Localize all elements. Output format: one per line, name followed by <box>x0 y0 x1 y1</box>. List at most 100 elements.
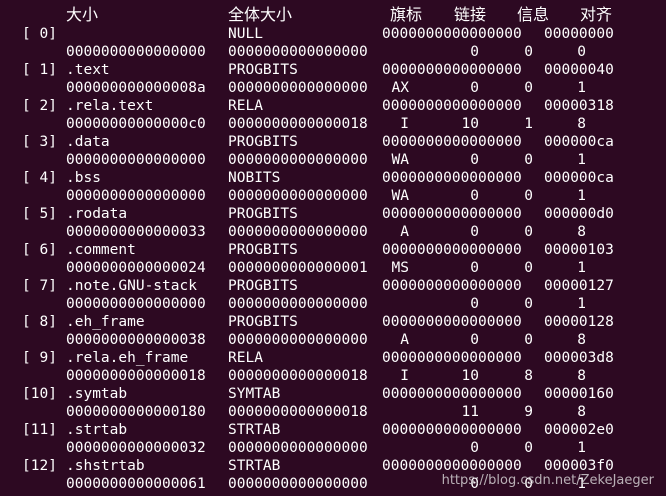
section-number: [12] <box>22 458 57 474</box>
section-address: 0000000000000000 <box>382 26 522 42</box>
terminal-window[interactable]: 大小 全体大小 旗标 链接 信息 对齐 [ 0] NULL 000000000000… <box>0 0 666 496</box>
header-link: 链接 <box>454 5 487 24</box>
section-entsize: 0000000000000000 <box>228 476 368 492</box>
section-entsize: 0000000000000001 <box>228 260 368 276</box>
section-info: 9 <box>524 404 533 420</box>
section-link: 10 <box>461 116 479 132</box>
section-address: 0000000000000000 <box>382 206 522 222</box>
section-type: PROGBITS <box>228 242 298 258</box>
section-number: [ 1] <box>22 62 57 78</box>
section-number: [11] <box>22 422 57 438</box>
section-align: 8 <box>577 332 586 348</box>
section-address: 0000000000000000 <box>382 98 522 114</box>
section-flags: WA <box>391 152 409 168</box>
section-row-main: [11] .strtab STRTAB 0000000000000000 000002e… <box>0 421 666 439</box>
section-row-main: [ 7] .note.GNU-stack PROGBITS 0000000000000… <box>0 277 666 295</box>
section-link: 11 <box>461 404 479 420</box>
header-flags: 旗标 <box>390 5 423 24</box>
section-info: 0 <box>524 188 533 204</box>
section-row-detail: 0000000000000024 0000000000000001 MS 0 0 1 <box>0 259 666 277</box>
section-row-detail: 0000000000000032 0000000000000000 0 0 1 <box>0 439 666 457</box>
section-name: .note.GNU-stack <box>66 278 197 294</box>
section-align: 8 <box>577 404 586 420</box>
section-row-detail: 0000000000000000 0000000000000000 0 0 1 <box>0 295 666 313</box>
section-type: PROGBITS <box>228 314 298 330</box>
section-flags: A <box>400 332 409 348</box>
section-info: 0 <box>524 80 533 96</box>
section-number: [ 5] <box>22 206 57 222</box>
section-address: 0000000000000000 <box>382 314 522 330</box>
section-size: 0000000000000038 <box>66 332 206 348</box>
section-info: 0 <box>524 224 533 240</box>
section-size: 0000000000000033 <box>66 224 206 240</box>
section-link: 0 <box>470 80 479 96</box>
section-size: 0000000000000000 <box>66 188 206 204</box>
section-row-detail: 0000000000000180 0000000000000018 11 9 8 <box>0 403 666 421</box>
section-row-main: [ 5] .rodata PROGBITS 0000000000000000 00000… <box>0 205 666 223</box>
section-align: 1 <box>577 296 586 312</box>
section-link: 0 <box>470 44 479 60</box>
section-row-detail: 000000000000008a 0000000000000000 AX 0 0 1 <box>0 79 666 97</box>
section-offset: 00000040 <box>544 62 614 78</box>
section-info: 0 <box>524 44 533 60</box>
section-size: 0000000000000024 <box>66 260 206 276</box>
section-row-main: [ 3] .data PROGBITS 0000000000000000 000000c… <box>0 133 666 151</box>
section-type: NOBITS <box>228 170 281 186</box>
section-link: 0 <box>470 440 479 456</box>
section-type: SYMTAB <box>228 386 281 402</box>
section-entsize: 0000000000000000 <box>228 44 368 60</box>
section-flags: I <box>400 368 409 384</box>
section-offset: 00000318 <box>544 98 614 114</box>
section-align: 1 <box>577 152 586 168</box>
section-row-main: [ 1] .text PROGBITS 0000000000000000 0000004… <box>0 61 666 79</box>
section-address: 0000000000000000 <box>382 350 522 366</box>
section-type: PROGBITS <box>228 134 298 150</box>
section-number: [ 3] <box>22 134 57 150</box>
section-size: 0000000000000000 <box>66 44 206 60</box>
section-number: [ 0] <box>22 26 57 42</box>
section-link: 0 <box>470 332 479 348</box>
watermark: https://blog.csdn.net/ZekeJaeger <box>441 473 654 488</box>
section-row-main: [ 9] .rela.eh_frame RELA 0000000000000000 00… <box>0 349 666 367</box>
section-type: PROGBITS <box>228 62 298 78</box>
section-number: [ 2] <box>22 98 57 114</box>
section-link: 0 <box>470 224 479 240</box>
section-number: [ 8] <box>22 314 57 330</box>
section-row-detail: 0000000000000033 0000000000000000 A 0 0 8 <box>0 223 666 241</box>
section-number: [ 9] <box>22 350 57 366</box>
section-entsize: 0000000000000000 <box>228 224 368 240</box>
section-type: RELA <box>228 98 263 114</box>
section-address: 0000000000000000 <box>382 62 522 78</box>
section-align: 1 <box>577 80 586 96</box>
section-size: 0000000000000032 <box>66 440 206 456</box>
section-number: [ 4] <box>22 170 57 186</box>
section-row-main: [ 8] .eh_frame PROGBITS 0000000000000000 000… <box>0 313 666 331</box>
section-offset: 00000103 <box>544 242 614 258</box>
section-row-main: [10] .symtab SYMTAB 0000000000000000 0000016… <box>0 385 666 403</box>
section-offset: 000000d0 <box>544 206 614 222</box>
section-row-detail: 0000000000000000 0000000000000000 WA 0 0 1 <box>0 151 666 169</box>
section-row-detail: 0000000000000000 0000000000000000 WA 0 0 1 <box>0 187 666 205</box>
section-name: .data <box>66 134 110 150</box>
section-name: .comment <box>66 242 136 258</box>
section-align: 1 <box>577 260 586 276</box>
section-name: .symtab <box>66 386 128 402</box>
section-row-main: [ 4] .bss NOBITS 0000000000000000 000000ca <box>0 169 666 187</box>
section-entsize: 0000000000000018 <box>228 116 368 132</box>
section-type: STRTAB <box>228 422 281 438</box>
section-entsize: 0000000000000000 <box>228 188 368 204</box>
section-type: NULL <box>228 26 263 42</box>
section-info: 8 <box>524 368 533 384</box>
section-entsize: 0000000000000000 <box>228 80 368 96</box>
section-info: 1 <box>524 116 533 132</box>
section-size: 0000000000000000 <box>66 152 206 168</box>
section-type: STRTAB <box>228 458 281 474</box>
section-entsize: 0000000000000000 <box>228 440 368 456</box>
section-entsize: 0000000000000000 <box>228 152 368 168</box>
section-offset: 000002e0 <box>544 422 614 438</box>
section-size: 00000000000000c0 <box>66 116 206 132</box>
section-row-main: [ 0] NULL 0000000000000000 00000000 <box>0 25 666 43</box>
section-offset: 00000127 <box>544 278 614 294</box>
section-offset: 000000ca <box>544 134 614 150</box>
header-row: 大小 全体大小 旗标 链接 信息 对齐 <box>0 6 666 24</box>
